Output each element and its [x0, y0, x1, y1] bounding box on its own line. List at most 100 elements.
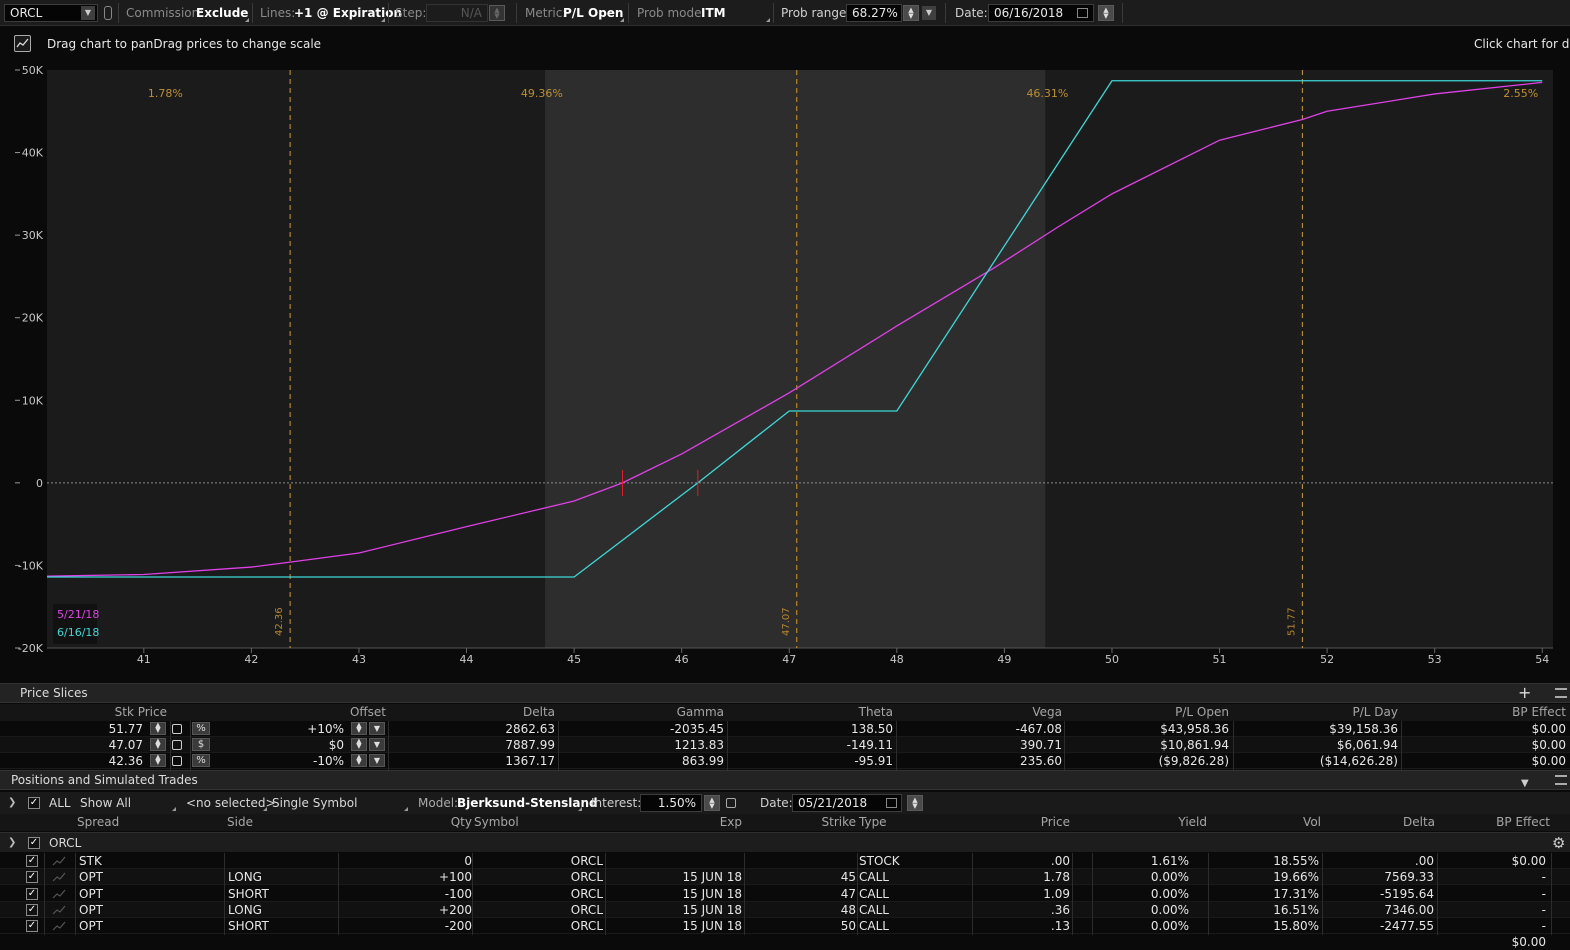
pos-vol[interactable]: 15.80% — [1273, 919, 1319, 933]
pos-side: LONG — [228, 902, 262, 917]
position-row[interactable]: ✓ OPT LONG +200 ORCL 15 JUN 18 48 CALL .36 0.00% 1… — [0, 901, 1570, 919]
position-checkbox[interactable]: ✓ — [26, 887, 38, 900]
pos-qty[interactable]: 0 — [464, 854, 472, 868]
all-checkbox[interactable]: ✓ — [28, 797, 40, 809]
offset-dropdown-icon[interactable]: ▼ — [369, 722, 385, 735]
analyze-chart-icon[interactable] — [52, 856, 66, 866]
menu-icon[interactable] — [1555, 688, 1567, 698]
pos-calendar-icon[interactable] — [886, 798, 897, 808]
offset-unit-button[interactable]: % — [192, 722, 210, 735]
x-tick-label: 41 — [137, 653, 151, 666]
price-slices-columns: Stk Price Offset Delta Gamma Theta Vega … — [0, 704, 1570, 721]
add-slice-icon[interactable]: + — [1518, 685, 1531, 701]
slice-spinner[interactable]: ▲ ▼ — [150, 738, 166, 751]
offset-unit-button[interactable]: % — [192, 754, 210, 767]
unlock-icon[interactable] — [172, 724, 182, 734]
slice-price[interactable]: 47.07 — [109, 738, 143, 752]
commission-value[interactable]: Exclude — [196, 6, 248, 20]
pos-vol[interactable]: 16.51% — [1273, 903, 1319, 917]
offset-spinner[interactable]: ▲ ▼ — [351, 722, 367, 735]
chart-settings-icon[interactable] — [14, 35, 31, 52]
pos-qty[interactable]: -100 — [445, 887, 472, 901]
slice-row[interactable]: 47.07 ▲ ▼ $ $0 ▲ ▼ ▼ 7887.99 1213.83 -149.11 390.71… — [0, 737, 1570, 754]
step-spinner[interactable]: ▲ ▼ — [489, 5, 505, 21]
pos-vol[interactable]: 17.31% — [1273, 887, 1319, 901]
slice-row[interactable]: 51.77 ▲ ▼% +10% ▲ ▼ ▼ 2862.63 -2035.45 138.50 -467… — [0, 721, 1570, 738]
pos-price[interactable]: 1.78 — [1043, 870, 1070, 884]
offset-unit-button[interactable]: $ — [192, 738, 210, 751]
pos-date-spinner[interactable]: ▲ ▼ — [907, 795, 923, 811]
slice-offset[interactable]: $0 — [329, 738, 344, 752]
positions-menu-icon[interactable] — [1555, 775, 1567, 785]
collapse-icon[interactable]: ▼ — [1521, 775, 1529, 793]
analyze-chart-icon[interactable] — [52, 905, 66, 915]
lock-icon[interactable] — [726, 798, 736, 808]
group-checkbox[interactable]: ✓ — [28, 837, 40, 849]
probrange-input[interactable]: 68.27% — [846, 4, 902, 22]
group-row[interactable]: ❯ ✓ ORCL ⚙ — [0, 832, 1570, 852]
slice-price[interactable]: 51.77 — [109, 722, 143, 736]
symbol-mode[interactable]: Single Symbol — [272, 796, 357, 810]
pos-side: LONG — [228, 870, 262, 885]
position-checkbox[interactable]: ✓ — [26, 871, 38, 884]
unlock-icon[interactable] — [172, 756, 182, 766]
model-value[interactable]: Bjerksund-Stensland — [457, 796, 598, 810]
date-spinner[interactable]: ▲ ▼ — [1098, 5, 1114, 21]
unlock-icon[interactable] — [172, 740, 182, 750]
interest-input[interactable]: 1.50% — [640, 794, 702, 812]
pos-qty[interactable]: +200 — [439, 903, 472, 917]
pos-strike: 48 — [840, 902, 856, 917]
slice-row[interactable]: 42.36 ▲ ▼% -10% ▲ ▼ ▼ 1367.17 863.99 -95.91 235.60… — [0, 753, 1570, 770]
analyze-chart-icon[interactable] — [52, 872, 66, 882]
slice-spinner[interactable]: ▲ ▼ — [150, 754, 166, 767]
col-gamma: Gamma — [676, 705, 724, 719]
group-collapse-icon[interactable]: ❯ — [8, 837, 16, 848]
slice-spinner[interactable]: ▲ ▼ — [150, 722, 166, 735]
offset-spinner[interactable]: ▲ ▼ — [351, 754, 367, 767]
pos-price[interactable]: 1.09 — [1043, 887, 1070, 901]
probmode-value[interactable]: ITM — [701, 6, 726, 20]
position-row[interactable]: ✓ STK 0 ORCL STOCK .00 1.61% 18.55% .00 $0.00 — [0, 853, 1570, 870]
pos-delta: -2477.55 — [1380, 919, 1434, 934]
offset-dropdown-icon[interactable]: ▼ — [369, 738, 385, 751]
calendar-icon[interactable] — [1077, 8, 1088, 18]
interest-spinner[interactable]: ▲ ▼ — [704, 795, 720, 811]
position-row[interactable]: ✓ OPT LONG +100 ORCL 15 JUN 18 45 CALL 1.78 0.00%… — [0, 869, 1570, 887]
position-checkbox[interactable]: ✓ — [26, 903, 38, 916]
analyze-chart-icon[interactable] — [52, 889, 66, 899]
lines-value[interactable]: +1 @ Expiration — [294, 6, 402, 20]
link-icon[interactable] — [104, 6, 112, 20]
slice-price[interactable]: 42.36 — [109, 754, 143, 768]
pos-price[interactable]: .36 — [1051, 903, 1070, 917]
offset-dropdown-icon[interactable]: ▼ — [369, 754, 385, 767]
pl-chart[interactable]: 50K 40K 30K 20K 10K 0 -10K -20K 41 42 43 44 45 46 47 48… — [0, 64, 1570, 684]
pos-bp: - — [1541, 902, 1546, 917]
pos-vol[interactable]: 18.55% — [1273, 854, 1319, 868]
chevron-down-icon[interactable]: ▼ — [81, 6, 95, 20]
pos-price[interactable]: .13 — [1051, 919, 1070, 933]
position-checkbox[interactable]: ✓ — [26, 920, 38, 933]
offset-spinner[interactable]: ▲ ▼ — [351, 738, 367, 751]
slice-offset[interactable]: -10% — [313, 754, 344, 768]
position-row[interactable]: ✓ OPT SHORT -100 ORCL 15 JUN 18 47 CALL 1.09 0.00… — [0, 885, 1570, 903]
expand-all-icon[interactable]: ❯ — [8, 797, 16, 808]
slice-plopen: $10,861.94 — [1160, 738, 1229, 752]
y-tick-label: -20K — [18, 642, 44, 655]
position-checkbox[interactable]: ✓ — [26, 855, 38, 867]
position-row[interactable]: ✓ OPT SHORT -200 ORCL 15 JUN 18 50 CALL .13 0.00%… — [0, 918, 1570, 936]
probrange-spinner[interactable]: ▲ ▼ — [903, 5, 919, 21]
show-filter[interactable]: Show All — [80, 796, 131, 810]
slice-offset[interactable]: +10% — [307, 722, 344, 736]
pos-qty[interactable]: +100 — [439, 870, 472, 884]
pos-vol[interactable]: 19.66% — [1273, 870, 1319, 884]
col-strike: Strike — [821, 815, 857, 829]
analyze-chart-icon[interactable] — [52, 921, 66, 931]
probrange-dropdown-icon[interactable]: ▼ — [922, 6, 936, 20]
gear-icon[interactable]: ⚙ — [1552, 834, 1565, 852]
metric-value[interactable]: P/L Open — [563, 6, 623, 20]
step-input[interactable]: N/A — [426, 4, 488, 22]
pos-price[interactable]: .00 — [1051, 854, 1070, 868]
pos-qty[interactable]: -200 — [445, 919, 472, 933]
col-yield: Yield — [1178, 815, 1207, 829]
pl-chart-svg[interactable]: 50K 40K 30K 20K 10K 0 -10K -20K 41 42 43 44 45 46 47 48… — [0, 64, 1570, 684]
